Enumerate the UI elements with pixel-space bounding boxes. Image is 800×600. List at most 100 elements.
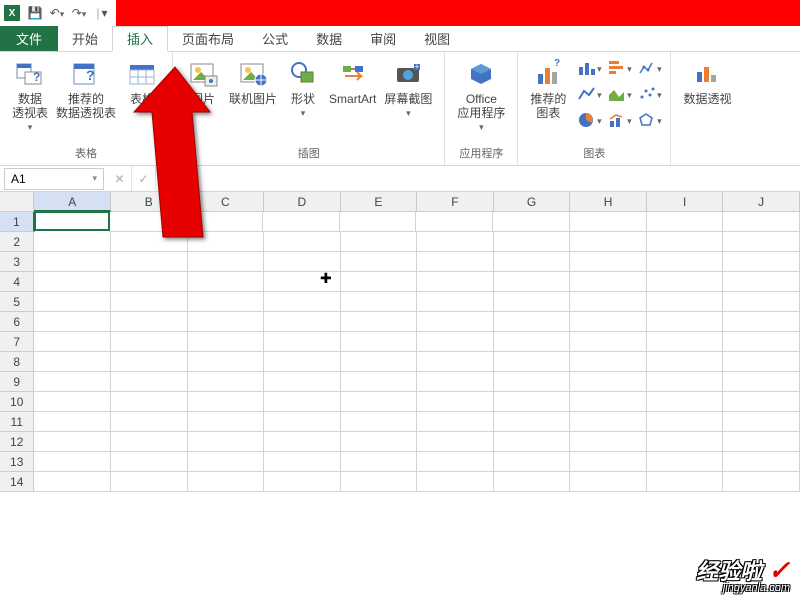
cell[interactable]: [341, 412, 418, 432]
cell[interactable]: [34, 372, 111, 392]
row-header[interactable]: 10: [0, 392, 34, 412]
combo-chart-button[interactable]: ▾: [606, 108, 632, 132]
cell[interactable]: [723, 432, 800, 452]
cell[interactable]: [264, 272, 341, 292]
cell[interactable]: [417, 272, 494, 292]
cancel-formula-button[interactable]: ✕: [108, 166, 132, 191]
row-header[interactable]: 14: [0, 472, 34, 492]
cell[interactable]: [494, 252, 571, 272]
cell[interactable]: [647, 272, 724, 292]
cell[interactable]: [264, 252, 341, 272]
cell[interactable]: [341, 452, 418, 472]
tab-home[interactable]: 开始: [58, 26, 112, 51]
line-chart-button[interactable]: ▾: [576, 82, 602, 106]
cell[interactable]: [417, 412, 494, 432]
cell[interactable]: [188, 472, 265, 492]
cell[interactable]: [34, 252, 111, 272]
cell[interactable]: [647, 352, 724, 372]
cell[interactable]: [34, 272, 111, 292]
cell[interactable]: [109, 212, 186, 232]
cell[interactable]: [416, 212, 493, 232]
cell[interactable]: [340, 212, 417, 232]
cell[interactable]: [647, 412, 724, 432]
cell[interactable]: [723, 412, 800, 432]
cell[interactable]: [341, 472, 418, 492]
column-header[interactable]: A: [34, 192, 111, 212]
select-all-cell[interactable]: [0, 192, 34, 212]
screenshot-button[interactable]: + 屏幕截图 ▾: [380, 56, 436, 121]
cell[interactable]: [188, 352, 265, 372]
insert-function-button[interactable]: fx: [156, 166, 180, 191]
cell[interactable]: [341, 272, 418, 292]
row-header[interactable]: 1: [0, 212, 35, 232]
row-header[interactable]: 13: [0, 452, 34, 472]
row-header[interactable]: 2: [0, 232, 34, 252]
cell[interactable]: [34, 412, 111, 432]
qat-save-button[interactable]: 💾: [24, 2, 46, 24]
cell[interactable]: [34, 392, 111, 412]
cell[interactable]: [723, 252, 800, 272]
cell[interactable]: [188, 252, 265, 272]
pie-chart-button[interactable]: ▾: [576, 108, 602, 132]
cell[interactable]: [341, 312, 418, 332]
cell[interactable]: [111, 452, 188, 472]
cell[interactable]: [264, 372, 341, 392]
cell[interactable]: [417, 292, 494, 312]
name-box[interactable]: A1▾: [4, 168, 104, 190]
cell[interactable]: [264, 452, 341, 472]
cell[interactable]: [264, 392, 341, 412]
cell[interactable]: [494, 472, 571, 492]
cell[interactable]: [341, 232, 418, 252]
cell[interactable]: [494, 372, 571, 392]
online-pictures-button[interactable]: 联机图片: [225, 56, 281, 108]
cell[interactable]: [647, 312, 724, 332]
cell[interactable]: [111, 372, 188, 392]
recommended-pivot-button[interactable]: ? 推荐的 数据透视表: [52, 56, 120, 122]
cell[interactable]: [494, 292, 571, 312]
cell[interactable]: [647, 452, 724, 472]
cell[interactable]: [723, 312, 800, 332]
column-header[interactable]: E: [341, 192, 418, 212]
column-header[interactable]: C: [188, 192, 265, 212]
cell[interactable]: [570, 232, 647, 252]
cell[interactable]: [263, 212, 340, 232]
cell[interactable]: [570, 472, 647, 492]
tab-data[interactable]: 数据: [302, 26, 356, 51]
cell[interactable]: [494, 392, 571, 412]
cell[interactable]: [494, 272, 571, 292]
qat-undo-button[interactable]: ↶▾: [46, 2, 68, 24]
cell[interactable]: [417, 392, 494, 412]
qat-redo-button[interactable]: ↷▾: [68, 2, 90, 24]
cell[interactable]: [341, 352, 418, 372]
pivot-table-button[interactable]: ? 数据 透视表 ▾: [8, 56, 52, 135]
cell[interactable]: [111, 472, 188, 492]
row-header[interactable]: 9: [0, 372, 34, 392]
column-header[interactable]: G: [494, 192, 571, 212]
cell[interactable]: [264, 472, 341, 492]
cell[interactable]: [341, 292, 418, 312]
cell[interactable]: [570, 372, 647, 392]
radar-chart-button[interactable]: ▾: [636, 108, 662, 132]
cell[interactable]: [188, 332, 265, 352]
cell[interactable]: [111, 432, 188, 452]
cell[interactable]: [723, 292, 800, 312]
qat-customize-button[interactable]: |▾: [90, 2, 112, 24]
cell[interactable]: [188, 372, 265, 392]
row-header[interactable]: 8: [0, 352, 34, 372]
area-chart-button[interactable]: ▾: [606, 82, 632, 106]
cell[interactable]: [570, 312, 647, 332]
cell[interactable]: [647, 332, 724, 352]
cell[interactable]: [34, 211, 111, 231]
cell[interactable]: [570, 452, 647, 472]
cell[interactable]: [34, 292, 111, 312]
cell[interactable]: [341, 392, 418, 412]
row-header[interactable]: 7: [0, 332, 34, 352]
tab-formulas[interactable]: 公式: [248, 26, 302, 51]
tab-file[interactable]: 文件: [0, 26, 58, 51]
cell[interactable]: [188, 312, 265, 332]
cell[interactable]: [111, 312, 188, 332]
cell[interactable]: [188, 272, 265, 292]
cell[interactable]: [647, 372, 724, 392]
cell[interactable]: [111, 352, 188, 372]
row-header[interactable]: 11: [0, 412, 34, 432]
